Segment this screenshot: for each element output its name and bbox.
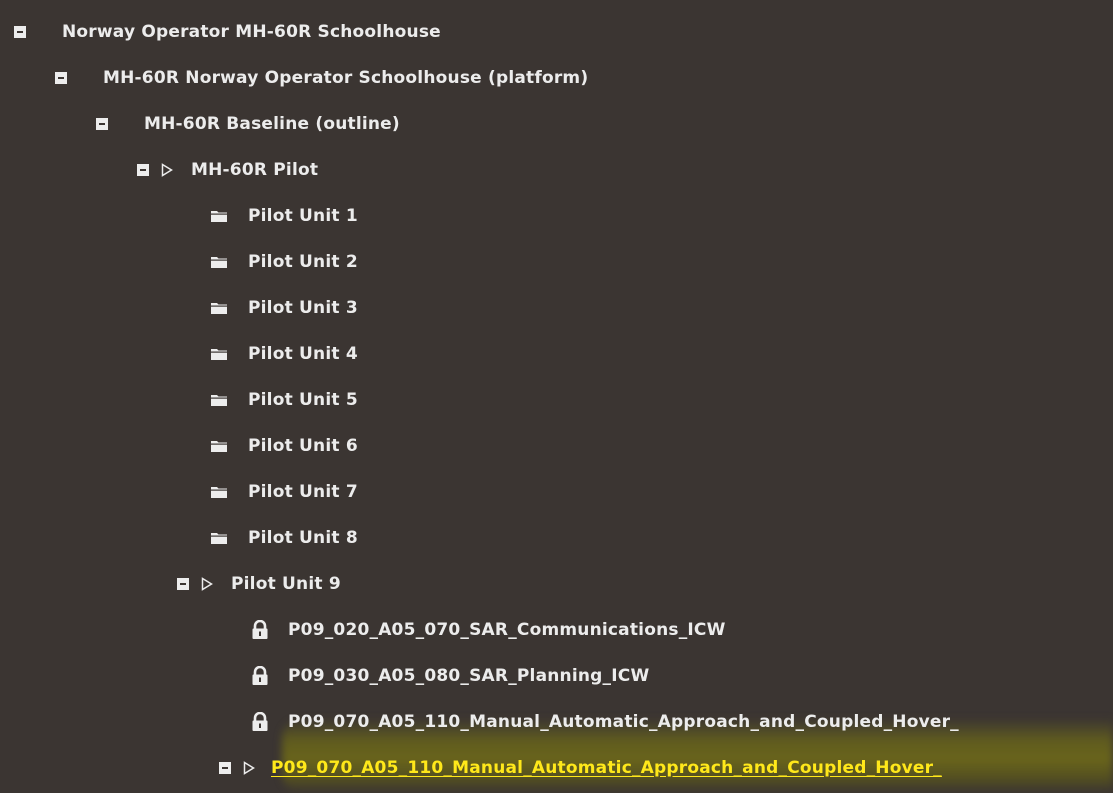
tree-node-label: Pilot Unit 8 <box>248 528 358 548</box>
folder-icon <box>211 533 227 544</box>
folder-icon <box>211 349 227 360</box>
lock-icon <box>252 712 268 731</box>
tree-node-platform[interactable]: MH-60R Norway Operator Schoolhouse (plat… <box>55 62 588 94</box>
tree-node-p09-020-sar-communications[interactable]: P09_020_A05_070_SAR_Communications_ICW <box>250 614 726 646</box>
tree-node-pilot-unit-4[interactable]: Pilot Unit 4 <box>210 338 358 370</box>
minus-box-icon[interactable] <box>137 164 149 176</box>
tree-node-label: Pilot Unit 9 <box>231 574 341 594</box>
tree-node-label: P09_030_A05_080_SAR_Planning_ICW <box>288 666 650 686</box>
course-tree: Norway Operator MH-60R Schoolhouse MH-60… <box>0 0 1113 793</box>
tree-node-p09-070-manual-approach-selected[interactable]: P09_070_A05_110_Manual_Automatic_Approac… <box>219 752 942 784</box>
triangle-right-outline-icon[interactable] <box>201 577 213 591</box>
tree-node-label: Pilot Unit 5 <box>248 390 358 410</box>
triangle-right-outline-icon[interactable] <box>161 163 173 177</box>
tree-node-label: Pilot Unit 1 <box>248 206 358 226</box>
tree-node-label: Pilot Unit 7 <box>248 482 358 502</box>
tree-node-norway-operator-schoolhouse[interactable]: Norway Operator MH-60R Schoolhouse <box>14 16 441 48</box>
tree-node-pilot-unit-8[interactable]: Pilot Unit 8 <box>210 522 358 554</box>
tree-node-pilot-unit-7[interactable]: Pilot Unit 7 <box>210 476 358 508</box>
tree-node-pilot-unit-5[interactable]: Pilot Unit 5 <box>210 384 358 416</box>
tree-node-label: Pilot Unit 4 <box>248 344 358 364</box>
tree-node-label: P09_020_A05_070_SAR_Communications_ICW <box>288 620 726 640</box>
tree-node-label: Pilot Unit 6 <box>248 436 358 456</box>
tree-node-label: P09_070_A05_110_Manual_Automatic_Approac… <box>288 712 959 732</box>
tree-node-label: Norway Operator MH-60R Schoolhouse <box>62 22 441 42</box>
folder-icon <box>211 303 227 314</box>
tree-node-label-link[interactable]: P09_070_A05_110_Manual_Automatic_Approac… <box>271 758 942 778</box>
tree-node-mh60r-pilot[interactable]: MH-60R Pilot <box>137 154 318 186</box>
folder-icon <box>211 487 227 498</box>
minus-box-icon[interactable] <box>14 26 26 38</box>
tree-node-label: MH-60R Pilot <box>191 160 319 180</box>
folder-icon <box>211 441 227 452</box>
triangle-right-outline-icon[interactable] <box>243 761 255 775</box>
tree-node-label: MH-60R Baseline (outline) <box>144 114 400 134</box>
tree-node-pilot-unit-3[interactable]: Pilot Unit 3 <box>210 292 358 324</box>
minus-box-icon[interactable] <box>177 578 189 590</box>
tree-node-pilot-unit-9[interactable]: Pilot Unit 9 <box>177 568 341 600</box>
tree-node-pilot-unit-2[interactable]: Pilot Unit 2 <box>210 246 358 278</box>
tree-node-p09-030-sar-planning[interactable]: P09_030_A05_080_SAR_Planning_ICW <box>250 660 649 692</box>
lock-icon <box>252 620 268 639</box>
tree-node-p09-070-manual-approach-locked[interactable]: P09_070_A05_110_Manual_Automatic_Approac… <box>250 706 959 738</box>
minus-box-icon[interactable] <box>219 762 231 774</box>
minus-box-icon[interactable] <box>96 118 108 130</box>
folder-icon <box>211 395 227 406</box>
folder-icon <box>211 211 227 222</box>
folder-icon <box>211 257 227 268</box>
tree-node-baseline-outline[interactable]: MH-60R Baseline (outline) <box>96 108 400 140</box>
tree-node-label: Pilot Unit 3 <box>248 298 358 318</box>
tree-node-pilot-unit-1[interactable]: Pilot Unit 1 <box>210 200 358 232</box>
tree-node-label: Pilot Unit 2 <box>248 252 358 272</box>
minus-box-icon[interactable] <box>55 72 67 84</box>
tree-node-label: MH-60R Norway Operator Schoolhouse (plat… <box>103 68 589 88</box>
lock-icon <box>252 666 268 685</box>
tree-node-pilot-unit-6[interactable]: Pilot Unit 6 <box>210 430 358 462</box>
